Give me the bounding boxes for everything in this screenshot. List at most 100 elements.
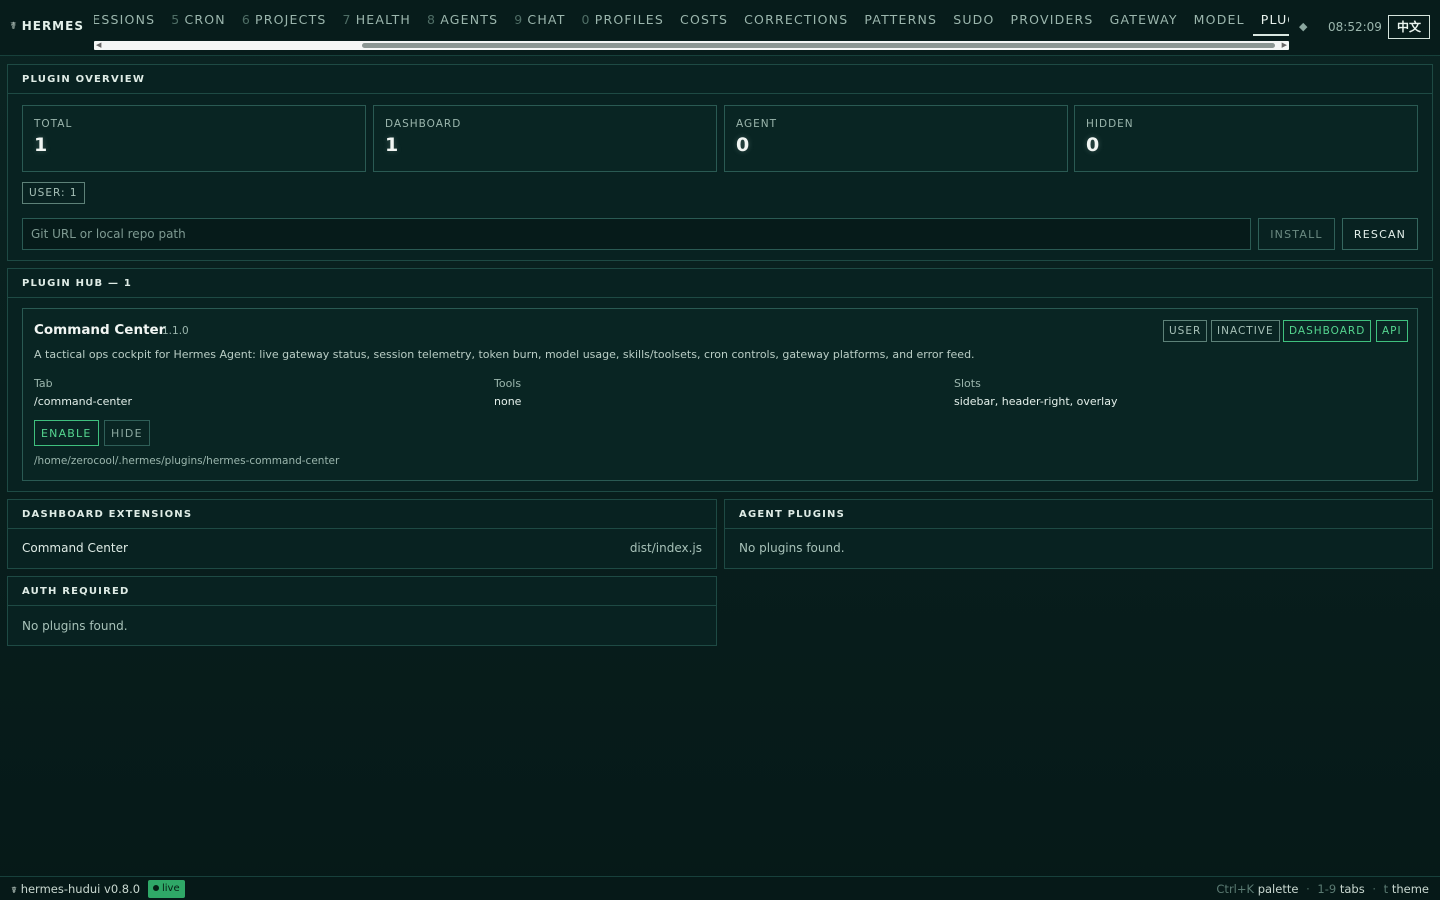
tab-label: HEALTH bbox=[355, 12, 412, 27]
tab-number: 0 bbox=[581, 12, 591, 27]
stat-dashboard: DASHBOARD 1 bbox=[373, 105, 717, 172]
user-count-badge: USER: 1 bbox=[22, 182, 85, 204]
tab-profiles[interactable]: 0 PROFILES bbox=[574, 0, 673, 36]
plugin-hub-panel: PLUGIN HUB — 1 Command Center 1.1.0 USER… bbox=[7, 268, 1433, 492]
panel-title: DASHBOARD EXTENSIONS bbox=[8, 500, 716, 529]
repo-path-input[interactable] bbox=[22, 218, 1251, 250]
clock: 08:52:09 bbox=[1328, 20, 1382, 34]
tab-corrections[interactable]: CORRECTIONS bbox=[736, 0, 856, 36]
tab-strip: 4SESSIONS5CRON6PROJECTS7HEALTH8AGENTS9CH… bbox=[94, 0, 1289, 40]
tab-label: CORRECTIONS bbox=[744, 12, 849, 27]
tab-health[interactable]: 7 HEALTH bbox=[335, 0, 419, 36]
tab-label: PATTERNS bbox=[864, 12, 938, 27]
tab-plugins[interactable]: PLUGINS bbox=[1252, 0, 1289, 36]
tab-label: CHAT bbox=[527, 12, 566, 27]
tab-gateway[interactable]: GATEWAY bbox=[1102, 0, 1186, 36]
live-label: live bbox=[162, 883, 180, 894]
empty-message: No plugins found. bbox=[739, 541, 845, 555]
tab-agents[interactable]: 8 AGENTS bbox=[419, 0, 506, 36]
plugin-path: /home/zerocool/.hermes/plugins/hermes-co… bbox=[34, 455, 340, 467]
panel-title: AGENT PLUGINS bbox=[725, 500, 1432, 529]
tab-cron[interactable]: 5 CRON bbox=[163, 0, 234, 36]
tools-label: Tools bbox=[494, 377, 522, 390]
plugin-overview-panel: PLUGIN OVERVIEW TOTAL 1 DASHBOARD 1 AGEN… bbox=[7, 64, 1433, 261]
tools-value: none bbox=[494, 395, 522, 408]
tab-label: PROJECTS bbox=[255, 12, 327, 27]
tab-value: /command-center bbox=[34, 395, 132, 408]
tab-number: 9 bbox=[514, 12, 524, 27]
caduceus-icon: ☤ bbox=[10, 20, 18, 32]
plugin-version: 1.1.0 bbox=[162, 325, 189, 337]
panel-title: AUTH REQUIRED bbox=[8, 577, 716, 606]
hint-separator: · bbox=[1372, 882, 1377, 896]
app-version: ☤ hermes-hudui v0.8.0 bbox=[11, 882, 140, 896]
stat-label: TOTAL bbox=[34, 118, 73, 130]
rescan-button[interactable]: RESCAN bbox=[1342, 218, 1418, 250]
stat-total: TOTAL 1 bbox=[22, 105, 366, 172]
plugin-card: Command Center 1.1.0 USER INACTIVE DASHB… bbox=[22, 308, 1418, 481]
tag-dashboard: DASHBOARD bbox=[1283, 320, 1372, 342]
scroll-left-arrow-icon[interactable]: ◀ bbox=[96, 41, 101, 50]
status-bar: ☤ hermes-hudui v0.8.0 live Ctrl+K palett… bbox=[0, 876, 1440, 900]
plugin-name: Command Center bbox=[34, 322, 166, 338]
tab-label: Tab bbox=[34, 377, 53, 390]
tab-label: MODEL bbox=[1193, 12, 1245, 27]
hint-key: Ctrl+K bbox=[1216, 882, 1255, 896]
enable-button[interactable]: ENABLE bbox=[34, 420, 99, 446]
diamond-icon[interactable]: ◆ bbox=[1299, 20, 1307, 33]
dashboard-extensions-panel: DASHBOARD EXTENSIONS Command Center dist… bbox=[7, 499, 717, 569]
stat-label: AGENT bbox=[736, 118, 778, 130]
tab-sessions[interactable]: 4SESSIONS bbox=[94, 0, 163, 36]
keyboard-hints: Ctrl+K palette · 1-9 tabs · t theme bbox=[1216, 882, 1429, 896]
hint-label: theme bbox=[1391, 882, 1429, 896]
top-nav-bar: ☤ HERMES 4SESSIONS5CRON6PROJECTS7HEALTH8… bbox=[0, 0, 1440, 56]
stat-value: 0 bbox=[736, 134, 750, 156]
brand[interactable]: ☤ HERMES bbox=[10, 19, 84, 33]
tab-number: 8 bbox=[427, 12, 437, 27]
tag-user: USER bbox=[1163, 320, 1208, 342]
tab-strip-scrollbar[interactable]: ◀ ▶ bbox=[94, 41, 1289, 50]
tabs: 4SESSIONS5CRON6PROJECTS7HEALTH8AGENTS9CH… bbox=[94, 0, 1289, 40]
stat-agent: AGENT 0 bbox=[724, 105, 1068, 172]
hint-key: t bbox=[1383, 882, 1389, 896]
version-label: hermes-hudui v0.8.0 bbox=[20, 882, 141, 896]
slots-value: sidebar, header-right, overlay bbox=[954, 395, 1118, 408]
tab-label: PLUGINS bbox=[1260, 12, 1289, 27]
stat-hidden: HIDDEN 0 bbox=[1074, 105, 1418, 172]
hide-button[interactable]: HIDE bbox=[104, 420, 150, 446]
language-toggle-button[interactable]: 中文 bbox=[1388, 15, 1430, 39]
tab-label: PROVIDERS bbox=[1010, 12, 1094, 27]
tab-label: SUDO bbox=[953, 12, 995, 27]
extension-name[interactable]: Command Center bbox=[22, 541, 128, 555]
tab-label: AGENTS bbox=[440, 12, 499, 27]
stat-label: HIDDEN bbox=[1086, 118, 1134, 130]
brand-name: HERMES bbox=[21, 19, 84, 33]
live-badge: live bbox=[148, 880, 185, 898]
auth-required-panel: AUTH REQUIRED No plugins found. bbox=[7, 576, 717, 646]
install-button[interactable]: INSTALL bbox=[1258, 218, 1335, 250]
stat-value: 0 bbox=[1086, 134, 1100, 156]
stat-label: DASHBOARD bbox=[385, 118, 462, 130]
scrollbar-thumb[interactable] bbox=[362, 43, 1275, 48]
tab-providers[interactable]: PROVIDERS bbox=[1003, 0, 1102, 36]
tab-costs[interactable]: COSTS bbox=[672, 0, 736, 36]
tab-number: 6 bbox=[241, 12, 251, 27]
caduceus-icon: ☤ bbox=[11, 886, 18, 896]
slots-label: Slots bbox=[954, 377, 981, 390]
stat-value: 1 bbox=[385, 134, 399, 156]
tab-label: COSTS bbox=[680, 12, 729, 27]
tab-patterns[interactable]: PATTERNS bbox=[856, 0, 945, 36]
agent-plugins-panel: AGENT PLUGINS No plugins found. bbox=[724, 499, 1433, 569]
tab-model[interactable]: MODEL bbox=[1186, 0, 1253, 36]
extension-file: dist/index.js bbox=[629, 541, 702, 555]
tab-projects[interactable]: 6 PROJECTS bbox=[234, 0, 335, 36]
tab-sudo[interactable]: SUDO bbox=[945, 0, 1002, 36]
stat-value: 1 bbox=[34, 134, 48, 156]
hint-key: 1-9 bbox=[1317, 882, 1337, 896]
tab-label: PROFILES bbox=[594, 12, 665, 27]
tag-api: API bbox=[1376, 320, 1408, 342]
tab-chat[interactable]: 9 CHAT bbox=[506, 0, 573, 36]
scroll-right-arrow-icon[interactable]: ▶ bbox=[1282, 41, 1287, 50]
tab-number: 5 bbox=[171, 12, 181, 27]
live-dot-icon bbox=[153, 885, 159, 891]
